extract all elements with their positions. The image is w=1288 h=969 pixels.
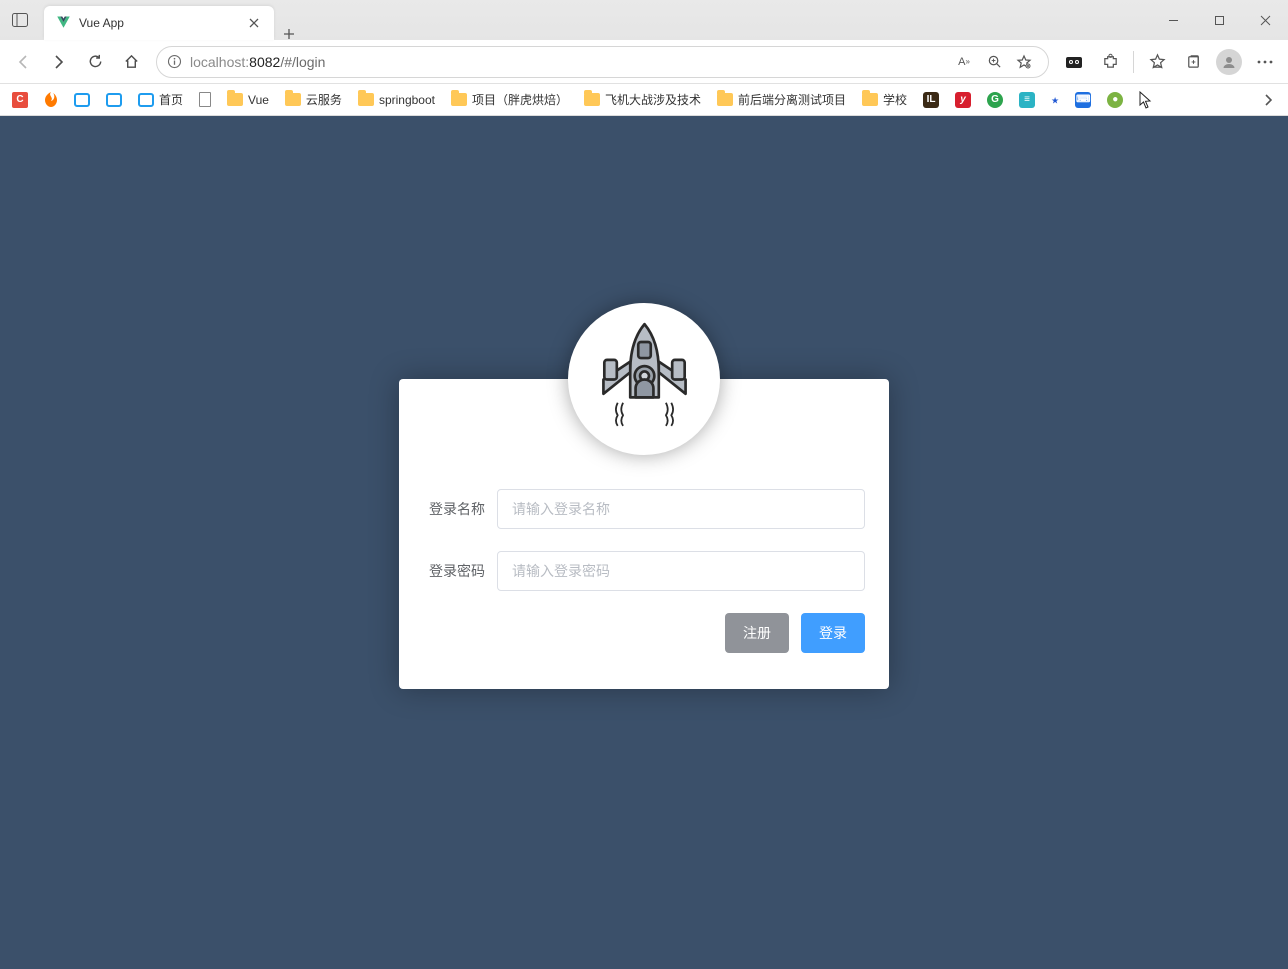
bookmark-folder-plane[interactable]: 飞机大战涉及技术 — [578, 88, 707, 111]
folder-icon — [584, 93, 600, 106]
flame-icon — [44, 91, 58, 108]
tv-icon — [74, 93, 90, 107]
username-input[interactable] — [497, 489, 865, 529]
address-bar-actions: A» — [950, 48, 1038, 76]
page-icon — [199, 92, 211, 107]
password-input[interactable] — [497, 551, 865, 591]
bookmark-label: 学校 — [883, 91, 907, 108]
browser-tab-active[interactable]: Vue App — [44, 6, 274, 40]
bookmark-label: 云服务 — [306, 91, 342, 108]
bookmark-folder-cloud[interactable]: 云服务 — [279, 88, 348, 111]
close-window-button[interactable] — [1242, 0, 1288, 40]
refresh-button[interactable] — [78, 45, 112, 79]
folder-icon — [451, 93, 467, 106]
lol-icon: IL — [923, 92, 939, 108]
tab-title: Vue App — [79, 16, 238, 30]
maximize-button[interactable] — [1196, 0, 1242, 40]
username-label: 登录名称 — [423, 499, 497, 519]
bookmark-folder-school[interactable]: 学校 — [856, 88, 913, 111]
bookmarks-bar: C 首页 Vue 云服务 springboot 项目（胖虎烘焙） 飞机大战涉及技… — [0, 84, 1288, 116]
back-button[interactable] — [6, 45, 40, 79]
toolbar-icons — [1057, 45, 1282, 79]
bookmark-folder-fullstack[interactable]: 前后端分离测试项目 — [711, 88, 852, 111]
bookmark-lines[interactable]: ≡ — [1013, 89, 1041, 111]
login-card: 登录名称 登录密码 注册 登录 — [399, 379, 889, 689]
bookmark-folder-springboot[interactable]: springboot — [352, 90, 441, 110]
c-icon: C — [12, 92, 28, 108]
bookmark-green[interactable]: ● — [1101, 89, 1129, 111]
folder-icon — [717, 93, 733, 106]
bookmark-kb[interactable]: ⌨ — [1069, 89, 1097, 111]
url-text: localhost:8082/#/login — [190, 54, 325, 70]
password-row: 登录密码 — [423, 551, 865, 591]
bookmark-label: 飞机大战涉及技术 — [605, 91, 701, 108]
bookmark-label: Vue — [248, 93, 269, 107]
site-info-icon[interactable] — [167, 54, 182, 69]
bookmark-label: springboot — [379, 93, 435, 107]
y-icon: y — [955, 92, 971, 108]
window-controls — [1150, 0, 1288, 40]
bookmark-y[interactable]: y — [949, 89, 977, 111]
bookmarks-overflow-button[interactable] — [1254, 94, 1282, 106]
bookmark-folder-project[interactable]: 项目（胖虎烘焙） — [445, 88, 574, 111]
register-button[interactable]: 注册 — [725, 613, 789, 653]
home-button[interactable] — [114, 45, 148, 79]
collections-button[interactable] — [1176, 45, 1210, 79]
minimize-button[interactable] — [1150, 0, 1196, 40]
bookmark-label: 项目（胖虎烘焙） — [472, 91, 568, 108]
address-bar[interactable]: localhost:8082/#/login A» — [156, 46, 1049, 78]
bookmark-c[interactable]: C — [6, 89, 34, 111]
extensions-button[interactable] — [1093, 45, 1127, 79]
read-aloud-button[interactable]: A» — [950, 48, 978, 76]
close-tab-button[interactable] — [246, 15, 262, 31]
lines-icon: ≡ — [1019, 92, 1035, 108]
app-login-page: 登录名称 登录密码 注册 登录 — [0, 116, 1288, 969]
button-row: 注册 登录 — [423, 613, 865, 653]
avatar-icon — [1216, 49, 1242, 75]
bookmark-label: 前后端分离测试项目 — [738, 91, 846, 108]
folder-icon — [358, 93, 374, 106]
tv-icon — [106, 93, 122, 107]
kb-icon: ⌨ — [1075, 92, 1091, 108]
password-label: 登录密码 — [423, 561, 497, 581]
zoom-button[interactable] — [980, 48, 1008, 76]
more-button[interactable] — [1248, 45, 1282, 79]
login-button[interactable]: 登录 — [801, 613, 865, 653]
tab-actions-button[interactable] — [0, 0, 40, 40]
bookmark-label: 首页 — [159, 91, 183, 108]
folder-icon — [862, 93, 878, 106]
g-icon: G — [987, 92, 1003, 108]
cursor-icon — [1139, 91, 1152, 109]
bookmark-lol[interactable]: IL — [917, 89, 945, 111]
bookmark-tv2[interactable] — [100, 90, 128, 110]
tab-strip: Vue App — [40, 0, 1150, 40]
username-row: 登录名称 — [423, 489, 865, 529]
bookmark-sports[interactable] — [38, 88, 64, 111]
spaceship-icon — [582, 317, 707, 442]
title-bar: Vue App — [0, 0, 1288, 40]
bookmark-paw[interactable]: ٭ — [1045, 88, 1065, 112]
new-tab-button[interactable] — [274, 28, 304, 40]
folder-icon — [285, 93, 301, 106]
vue-favicon-icon — [56, 16, 71, 30]
toolbar-separator — [1133, 51, 1134, 73]
bookmark-home[interactable]: 首页 — [132, 88, 189, 111]
favorite-button[interactable] — [1010, 48, 1038, 76]
folder-icon — [227, 93, 243, 106]
bookmark-g[interactable]: G — [981, 89, 1009, 111]
green-icon: ● — [1107, 92, 1123, 108]
paw-icon: ٭ — [1051, 91, 1059, 109]
favorites-menu-button[interactable] — [1140, 45, 1174, 79]
login-logo — [568, 303, 720, 455]
profile-button[interactable] — [1212, 45, 1246, 79]
bookmark-folder-vue[interactable]: Vue — [221, 90, 275, 110]
bookmark-page[interactable] — [193, 89, 217, 110]
bookmark-tv1[interactable] — [68, 90, 96, 110]
tv-icon — [138, 93, 154, 107]
extension-panda-icon[interactable] — [1057, 45, 1091, 79]
address-toolbar: localhost:8082/#/login A» — [0, 40, 1288, 84]
forward-button[interactable] — [42, 45, 76, 79]
